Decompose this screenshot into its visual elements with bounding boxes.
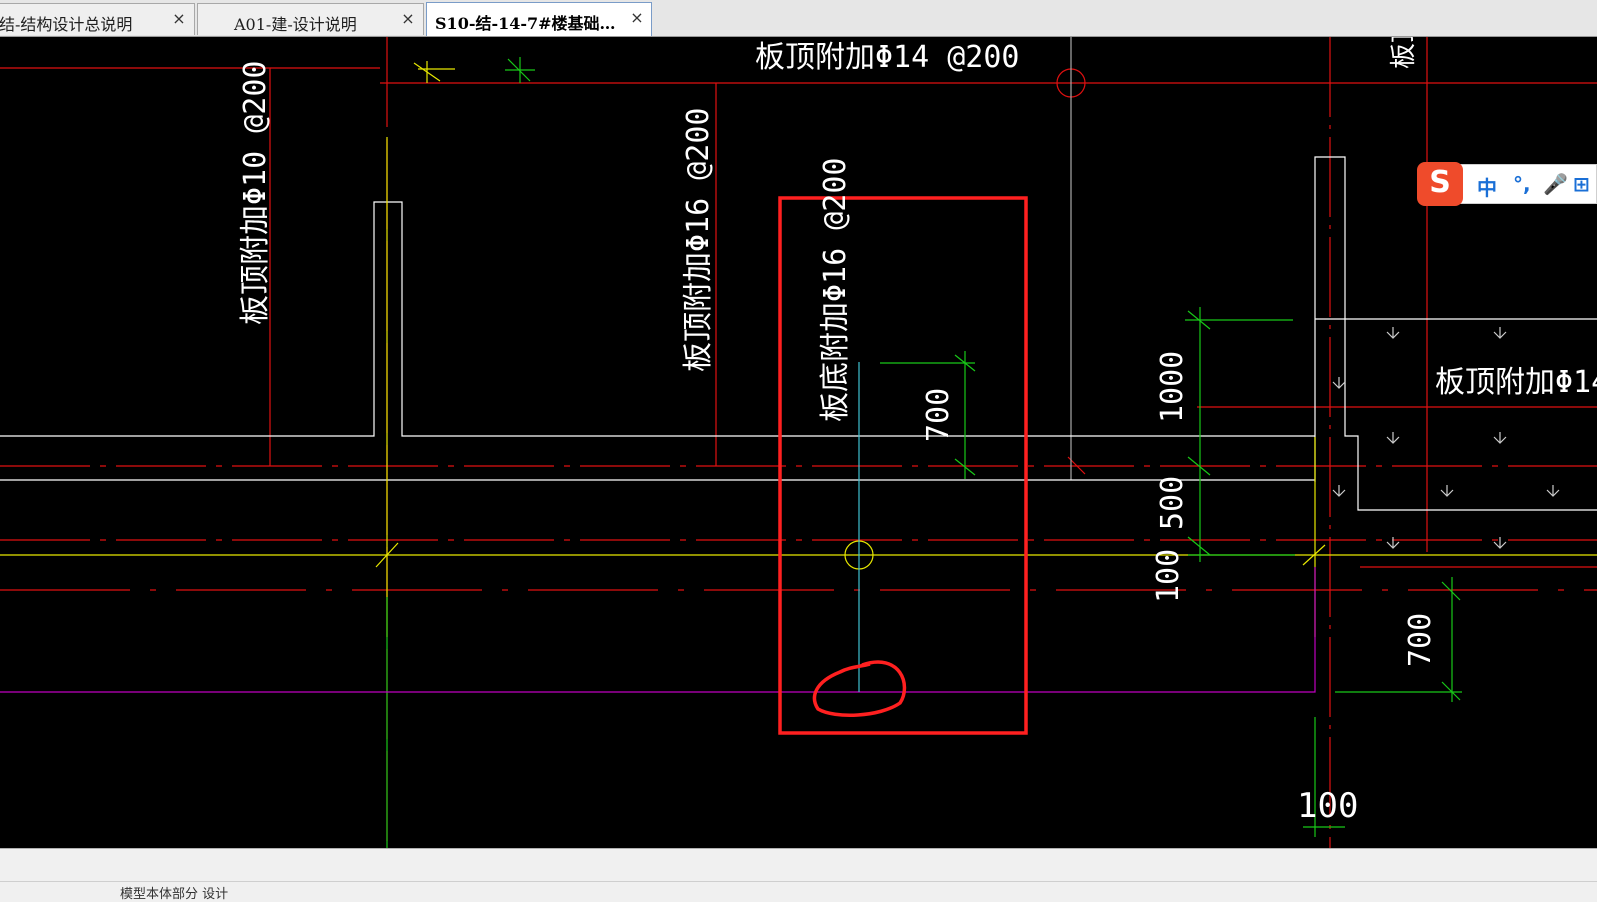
document-tab-bar: 结-结构设计总说明 × A01-建-设计说明 × S10-结-14-7#楼基础…… [0, 0, 1597, 37]
keyboard-grid-icon[interactable]: ⊞ [1573, 172, 1590, 196]
rebar-label-center: 板顶附加Φ16 @200 [681, 108, 716, 373]
rebar-label-bottom-highlighted: 板底附加Φ16 @200 [818, 158, 853, 423]
tab-label: A01-建-设计说明 [234, 15, 357, 34]
load-arrow-marks [1332, 327, 1560, 549]
status-text: 模型本体部分 设计 [120, 887, 229, 902]
dimension-700-right: 700 [1403, 613, 1438, 667]
drawing-svg: 板顶附加Φ14 @200 板顶附加Φ10 @200 板顶附加Φ16 @200 板… [0, 37, 1597, 848]
green-dimension-lines [386, 57, 1462, 848]
tab-foundation-drawing[interactable]: S10-结-14-7#楼基础… × [426, 2, 652, 36]
ime-chinese-mode-button[interactable]: 中 [1477, 172, 1497, 201]
cad-drawing-canvas[interactable]: 板顶附加Φ14 @200 板顶附加Φ10 @200 板顶附加Φ16 @200 板… [0, 37, 1597, 848]
dimension-500: 500 [1155, 476, 1190, 530]
dimension-100-bottom: 100 [1297, 786, 1358, 826]
dimension-1000: 1000 [1155, 351, 1190, 423]
sogou-logo-icon[interactable]: S [1417, 162, 1463, 206]
tab-label: S10-结-14-7#楼基础… [435, 14, 616, 33]
rebar-label-left: 板顶附加Φ10 @200 [238, 61, 273, 326]
close-icon[interactable]: × [169, 7, 189, 31]
dimension-700-center: 700 [921, 388, 956, 442]
rebar-label-top: 板顶附加Φ14 @200 [755, 40, 1020, 75]
ime-punctuation-button[interactable]: °, [1513, 172, 1531, 196]
ime-toolbar[interactable]: S 中 °, 🎤 ⊞ [1417, 162, 1597, 206]
dimension-100-mid: 100 [1151, 549, 1186, 603]
rebar-label-top-right: 板顶 [1389, 37, 1419, 69]
tab-structural-design-notes[interactable]: 结-结构设计总说明 × [0, 3, 195, 35]
magenta-line [0, 567, 1316, 693]
status-divider [0, 881, 1597, 882]
microphone-icon[interactable]: 🎤 [1543, 172, 1568, 196]
tab-architectural-design-notes[interactable]: A01-建-设计说明 × [197, 3, 424, 35]
rebar-label-right: 板顶附加Φ14 @2 [1435, 365, 1597, 400]
tab-label: 结-结构设计总说明 [0, 15, 133, 34]
close-icon[interactable]: × [398, 7, 418, 31]
status-bar: 模型本体部分 设计 [0, 848, 1597, 902]
close-icon[interactable]: × [627, 6, 647, 30]
